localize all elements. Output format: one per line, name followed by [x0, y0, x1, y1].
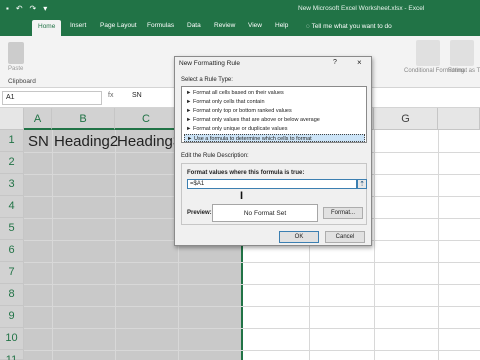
grid-line [24, 284, 480, 285]
cell-b1[interactable]: Heading2 [54, 133, 118, 150]
rule-type-item[interactable]: ► Format only unique or duplicate values [184, 125, 365, 133]
quick-access-toolbar: ▪ ↶ ↷ ▾ [6, 4, 47, 13]
close-icon[interactable]: × [357, 58, 362, 67]
grid-line [24, 306, 480, 307]
row-header-9[interactable]: 9 [0, 306, 24, 328]
tab-view[interactable]: View [248, 22, 262, 29]
tab-home[interactable]: Home [32, 20, 62, 36]
row-header-4[interactable]: 4 [0, 196, 24, 218]
new-formatting-rule-dialog: New Formatting Rule ? × Select a Rule Ty… [174, 56, 372, 246]
title-bar: ▪ ↶ ↷ ▾ New Microsoft Excel Worksheet.xl… [0, 0, 480, 18]
format-as-table-label: Format as Table [448, 68, 480, 74]
save-icon[interactable]: ▪ [6, 4, 9, 13]
dialog-title: New Formatting Rule [179, 60, 241, 67]
ribbon-tabs: Home Insert Page Layout Formulas Data Re… [0, 18, 480, 36]
rule-type-item[interactable]: ► Format only top or bottom ranked value… [184, 107, 365, 115]
text-cursor-icon: I [240, 190, 244, 202]
paste-icon[interactable] [8, 42, 24, 64]
conditional-formatting-icon[interactable] [416, 40, 440, 66]
grid-line [115, 130, 116, 360]
row-header-1[interactable]: 1 [0, 130, 24, 152]
conditional-formatting-label: Conditional Formatting [404, 68, 465, 74]
customize-qat-icon[interactable]: ▾ [43, 4, 47, 13]
help-icon[interactable]: ? [333, 59, 337, 66]
select-all-corner[interactable] [0, 108, 24, 130]
row-header-2[interactable]: 2 [0, 152, 24, 174]
grid-line [374, 130, 375, 360]
tab-page-layout[interactable]: Page Layout [100, 22, 137, 29]
rule-type-item-selected[interactable]: ► Use a formula to determine which cells… [184, 134, 365, 142]
tell-me-search[interactable]: ◌ Tell me what you want to do [306, 23, 392, 30]
row-header-10[interactable]: 10 [0, 328, 24, 350]
rule-type-list[interactable]: ► Format all cells based on their values… [181, 86, 367, 143]
preview-label: Preview: [187, 210, 212, 216]
row-header-7[interactable]: 7 [0, 262, 24, 284]
undo-icon[interactable]: ↶ [16, 4, 23, 13]
window-title: New Microsoft Excel Worksheet.xlsx - Exc… [298, 5, 425, 12]
redo-icon[interactable]: ↷ [30, 4, 37, 13]
rule-formula-input[interactable]: =$A1 [187, 179, 357, 189]
row-header-5[interactable]: 5 [0, 218, 24, 240]
rule-description-box: Format values where this formula is true… [181, 163, 367, 225]
column-header-h[interactable] [438, 108, 480, 130]
collapse-dialog-icon[interactable]: ⇡ [357, 179, 367, 189]
row-header-3[interactable]: 3 [0, 174, 24, 196]
cell-c1[interactable]: Heading3 [117, 133, 181, 150]
paste-label: Paste [8, 66, 24, 72]
grid-line [24, 328, 480, 329]
column-header-a[interactable]: A [24, 108, 52, 130]
tab-formulas[interactable]: Formulas [147, 22, 174, 29]
cell-a1[interactable]: SN [28, 133, 49, 150]
formula-caption: Format values where this formula is true… [187, 170, 305, 176]
row-header-6[interactable]: 6 [0, 240, 24, 262]
excel-window: ▪ ↶ ↷ ▾ New Microsoft Excel Worksheet.xl… [0, 0, 480, 360]
grid-line [24, 262, 480, 263]
formula-input[interactable]: SN [132, 92, 142, 99]
format-as-table-icon[interactable] [450, 40, 474, 66]
column-header-b[interactable]: B [52, 108, 115, 130]
row-header-11[interactable]: 11 [0, 350, 24, 360]
tab-data[interactable]: Data [187, 22, 201, 29]
clipboard-group-label: Clipboard [8, 78, 36, 85]
tab-help[interactable]: Help [275, 22, 288, 29]
column-header-c[interactable]: C [115, 108, 178, 130]
rule-type-item[interactable]: ► Format all cells based on their values [184, 89, 365, 97]
tell-me-text: Tell me what you want to do [311, 23, 392, 30]
rule-type-item[interactable]: ► Format only cells that contain [184, 98, 365, 106]
grid-line [438, 130, 439, 360]
name-box[interactable]: A1 [2, 91, 102, 105]
rule-type-item[interactable]: ► Format only values that are above or b… [184, 116, 365, 124]
edit-rule-description-label: Edit the Rule Description: [181, 153, 249, 159]
fx-icon[interactable]: fx [108, 92, 113, 99]
row-header-8[interactable]: 8 [0, 284, 24, 306]
cancel-button[interactable]: Cancel [325, 231, 365, 243]
tab-insert[interactable]: Insert [70, 22, 86, 29]
select-rule-type-label: Select a Rule Type: [181, 77, 233, 83]
column-header-g[interactable]: G [374, 108, 438, 130]
grid-line [52, 130, 53, 360]
ok-button[interactable]: OK [279, 231, 319, 243]
grid-line [24, 350, 480, 351]
tab-review[interactable]: Review [214, 22, 235, 29]
format-preview: No Format Set [212, 204, 318, 222]
format-button[interactable]: Format... [323, 207, 363, 219]
